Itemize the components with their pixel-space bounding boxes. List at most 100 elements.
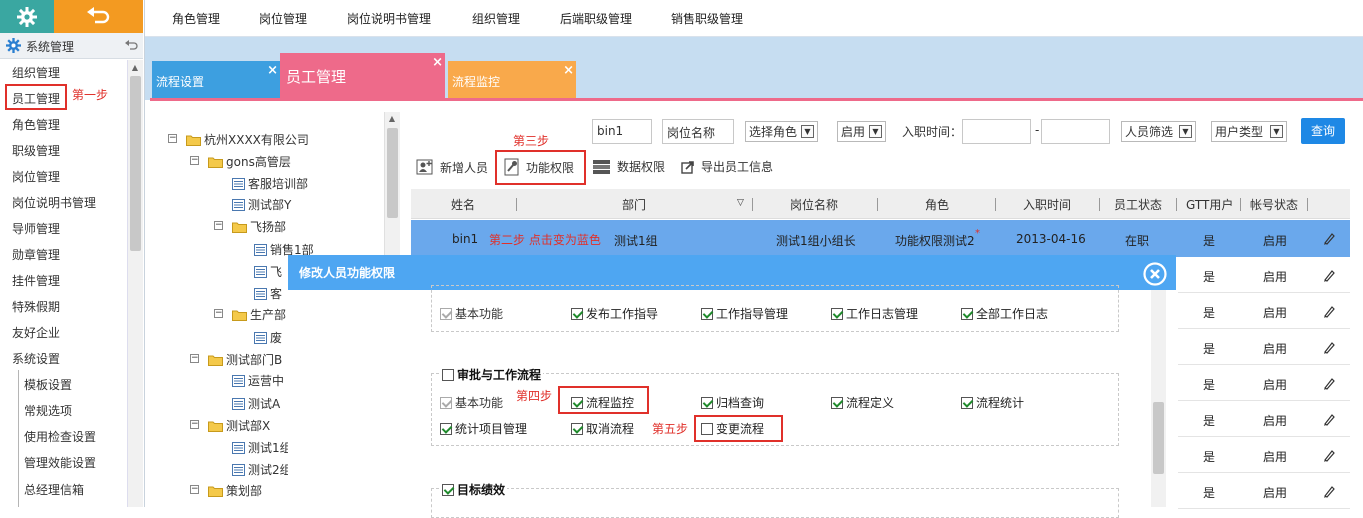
tree-node[interactable]: gons高管层 xyxy=(208,153,291,170)
tree-node[interactable]: 测试部Y xyxy=(232,196,291,213)
nav-role-management[interactable]: 角色管理 xyxy=(172,10,220,27)
modal-scroll-thumb[interactable] xyxy=(1153,402,1164,474)
add-staff-button[interactable]: 新增人员 xyxy=(416,158,488,176)
tree-collapse-toggle[interactable]: − xyxy=(214,221,223,230)
sidebar-scroll-thumb[interactable] xyxy=(130,76,141,251)
staff-filter-select[interactable]: 人员筛选 ▼ xyxy=(1121,121,1196,142)
join-date-end-input[interactable] xyxy=(1041,119,1110,144)
tree-node[interactable]: 测试1组 xyxy=(232,439,292,456)
tab-process-monitor[interactable]: 流程监控 × xyxy=(448,61,576,100)
col-gtt[interactable]: GTT用户 xyxy=(1186,196,1233,213)
edit-pencil-icon[interactable] xyxy=(1323,413,1335,426)
col-join-date[interactable]: 入职时间 xyxy=(1023,196,1071,213)
tree-node[interactable]: 测试部门B xyxy=(208,351,282,368)
checkbox[interactable] xyxy=(831,396,843,409)
target-performance-legend[interactable]: 目标绩效 xyxy=(440,481,508,498)
checkbox[interactable] xyxy=(831,307,843,320)
sort-down-icon[interactable]: ▽ xyxy=(737,198,744,208)
nav-sales-rank[interactable]: 销售职级管理 xyxy=(671,10,743,27)
status-select[interactable]: 启用 ▼ xyxy=(837,121,886,142)
perm-guidance-management[interactable]: 工作指导管理 xyxy=(701,305,788,322)
tree-node[interactable]: 生产部 xyxy=(232,306,286,323)
nav-backend-rank[interactable]: 后端职级管理 xyxy=(560,10,632,27)
sidebar-subitem[interactable]: 使用检查设置 xyxy=(24,428,96,445)
tree-collapse-toggle[interactable]: − xyxy=(190,485,199,494)
perm-publish-guidance[interactable]: 发布工作指导 xyxy=(571,305,658,322)
tree-node[interactable]: 杭州XXXX有限公司 xyxy=(186,131,309,148)
sidebar-scrollbar[interactable]: ▲ xyxy=(127,60,143,507)
modal-scrollbar[interactable] xyxy=(1151,290,1166,507)
sidebar-item[interactable]: 挂件管理 xyxy=(12,272,60,289)
perm-worklog-management[interactable]: 工作日志管理 xyxy=(831,305,918,322)
scroll-up-icon[interactable]: ▲ xyxy=(129,63,141,75)
scroll-up-icon[interactable]: ▲ xyxy=(386,114,398,123)
checkbox[interactable] xyxy=(961,396,973,409)
perm-cancel-process[interactable]: 取消流程 xyxy=(571,420,634,437)
approval-workflow-legend[interactable]: 审批与工作流程 xyxy=(440,366,544,383)
tab-close-icon[interactable]: × xyxy=(432,55,443,70)
tree-collapse-toggle[interactable]: − xyxy=(190,420,199,429)
checkbox[interactable] xyxy=(701,307,713,320)
edit-pencil-icon[interactable] xyxy=(1323,449,1335,462)
tree-collapse-toggle[interactable]: − xyxy=(190,156,199,165)
sidebar-item[interactable]: 组织管理 xyxy=(12,64,60,81)
sidebar-item[interactable]: 勋章管理 xyxy=(12,246,60,263)
system-management-header[interactable]: 系统管理 xyxy=(0,33,143,59)
tree-collapse-toggle[interactable]: − xyxy=(190,354,199,363)
export-staff-button[interactable]: 导出员工信息 xyxy=(681,158,773,175)
sidebar-item[interactable]: 角色管理 xyxy=(12,116,60,133)
tree-collapse-toggle[interactable]: − xyxy=(214,309,223,318)
tab-process-settings[interactable]: 流程设置 × xyxy=(152,61,280,100)
checkbox[interactable] xyxy=(701,396,713,409)
col-staff-status[interactable]: 员工状态 xyxy=(1114,196,1162,213)
sidebar-item[interactable]: 系统设置 xyxy=(12,350,60,367)
tab-employee-management[interactable]: 员工管理 × xyxy=(280,53,445,100)
perm-stat-project-management[interactable]: 统计项目管理 xyxy=(440,420,527,437)
keyword-input[interactable]: bin1 xyxy=(592,119,652,144)
nav-job-description[interactable]: 岗位说明书管理 xyxy=(347,10,431,27)
tree-node[interactable]: 客服培训部 xyxy=(232,175,308,192)
perm-archive-query[interactable]: 归档查询 xyxy=(701,394,764,411)
tree-node[interactable]: 客 xyxy=(254,285,282,302)
tree-node[interactable]: 运营中 xyxy=(232,372,284,389)
nav-position-management[interactable]: 岗位管理 xyxy=(259,10,307,27)
edit-pencil-icon[interactable] xyxy=(1323,269,1335,282)
tab-close-icon[interactable]: × xyxy=(563,63,574,78)
sidebar-item[interactable]: 职级管理 xyxy=(12,142,60,159)
nav-organization[interactable]: 组织管理 xyxy=(472,10,520,27)
sidebar-item[interactable]: 岗位管理 xyxy=(12,168,60,185)
user-type-select[interactable]: 用户类型 ▼ xyxy=(1211,121,1287,142)
col-role[interactable]: 角色 xyxy=(925,196,949,213)
modal-close-icon[interactable] xyxy=(1143,262,1167,286)
edit-pencil-icon[interactable] xyxy=(1323,305,1335,318)
col-account-status[interactable]: 帐号状态 xyxy=(1250,196,1298,213)
checkbox[interactable] xyxy=(961,307,973,320)
settings-button[interactable] xyxy=(0,0,54,33)
sidebar-subitem[interactable]: 模板设置 xyxy=(24,376,72,393)
edit-pencil-icon[interactable] xyxy=(1323,232,1335,245)
position-name-input[interactable]: 岗位名称 xyxy=(662,119,734,144)
checkbox[interactable] xyxy=(440,422,452,435)
tree-node[interactable]: 策划部 xyxy=(208,482,262,499)
sidebar-item[interactable]: 岗位说明书管理 xyxy=(12,194,96,211)
checkbox[interactable] xyxy=(571,307,583,320)
group-checkbox[interactable] xyxy=(442,368,454,381)
col-name[interactable]: 姓名 xyxy=(451,196,475,213)
tree-node[interactable]: 飞扬部 xyxy=(232,218,286,235)
sidebar-item[interactable]: 导师管理 xyxy=(12,220,60,237)
col-dept[interactable]: 部门 xyxy=(622,196,646,213)
col-post[interactable]: 岗位名称 xyxy=(790,196,838,213)
collapse-arrow-icon[interactable] xyxy=(125,40,139,52)
tree-node[interactable]: 废 xyxy=(254,329,282,346)
sidebar-item[interactable]: 友好企业 xyxy=(12,324,60,341)
role-select[interactable]: 选择角色 ▼ xyxy=(745,121,818,142)
sidebar-subitem[interactable]: 总经理信箱 xyxy=(24,481,84,498)
query-button[interactable]: 查询 xyxy=(1301,118,1345,144)
edit-pencil-icon[interactable] xyxy=(1323,485,1335,498)
join-date-start-input[interactable] xyxy=(962,119,1031,144)
perm-all-worklogs[interactable]: 全部工作日志 xyxy=(961,305,1048,322)
group-checkbox[interactable] xyxy=(442,483,454,496)
tree-node[interactable]: 测试部X xyxy=(208,417,270,434)
tree-node[interactable]: 测试2组 xyxy=(232,461,292,478)
tree-scroll-thumb[interactable] xyxy=(387,128,398,218)
